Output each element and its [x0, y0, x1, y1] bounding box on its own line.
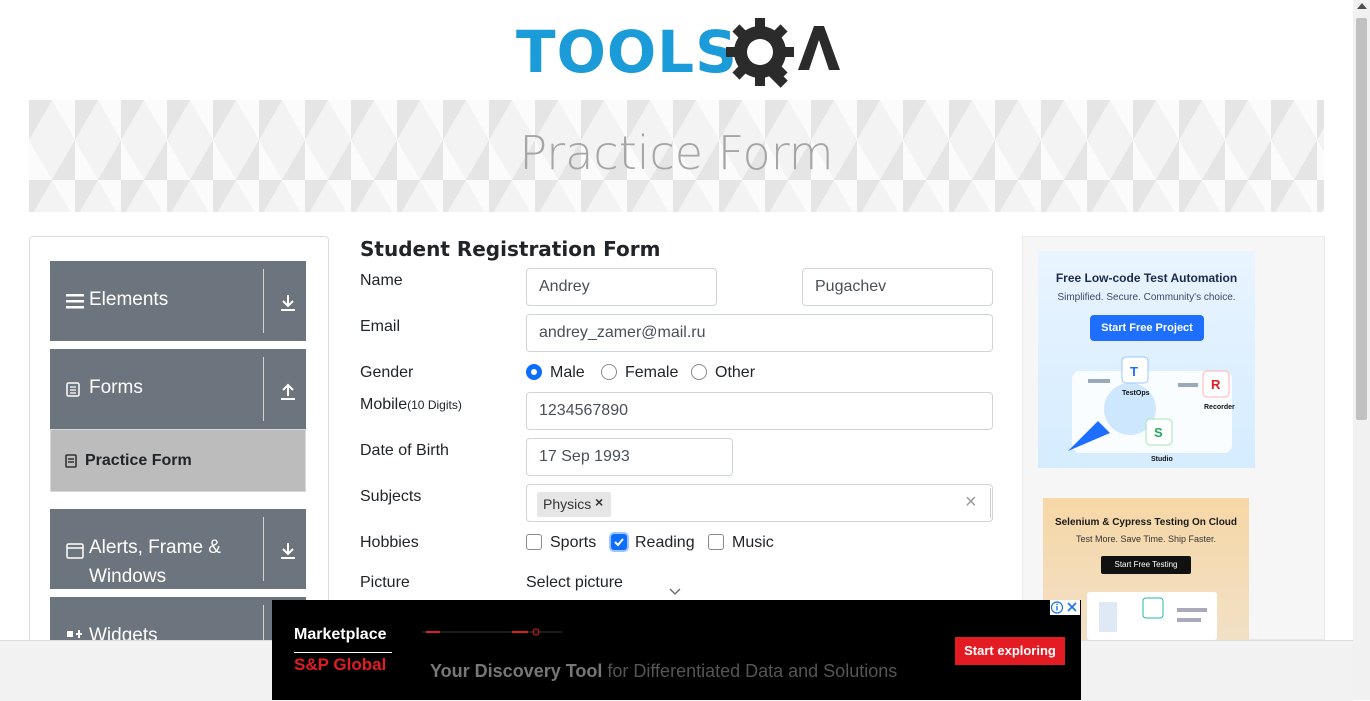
- ad-illustration: [1087, 592, 1217, 640]
- date-of-birth-input[interactable]: 17 Sep 1993: [526, 438, 733, 476]
- ad-brand-marketplace: Marketplace: [294, 626, 387, 643]
- gender-male-label[interactable]: Male: [550, 364, 585, 382]
- chevron-down-icon: [669, 588, 681, 595]
- ad-subline: Simplified. Secure. Community's choice.: [1057, 292, 1236, 303]
- ad-tagline-bold: Your Discovery Tool: [430, 661, 603, 681]
- picture-label: Picture: [360, 574, 410, 591]
- ad-brand-sp-global: S&P Global: [294, 655, 387, 674]
- sidebar-item-practice-form[interactable]: Practice Form: [50, 429, 306, 492]
- arrow-down-icon[interactable]: [278, 541, 298, 561]
- gender-other-radio[interactable]: [691, 364, 707, 380]
- widgets-icon: [67, 630, 82, 638]
- hobby-music-label[interactable]: Music: [732, 534, 774, 552]
- ad-info-close-icon[interactable]: [1050, 600, 1080, 615]
- logo-gear-icon: [726, 18, 840, 88]
- hobby-reading-checkbox[interactable]: [611, 534, 627, 550]
- subjects-label: Subjects: [360, 488, 422, 505]
- ad-bottom-banner[interactable]: Marketplace S&P Global Your Discovery To…: [272, 600, 1081, 700]
- ad-headline: Selenium & Cypress Testing On Cloud: [1054, 517, 1238, 528]
- last-name-input[interactable]: Pugachev: [802, 268, 993, 306]
- gender-male-radio[interactable]: [526, 364, 542, 380]
- sidebar-group-label: Widgets: [89, 625, 158, 640]
- scrollbar-thumb[interactable]: [1356, 18, 1367, 420]
- remove-tag-icon[interactable]: ×: [595, 494, 603, 510]
- sidebar-item-label: Practice Form: [85, 452, 192, 469]
- clear-subjects-icon[interactable]: ×: [965, 491, 977, 514]
- sidebar-group-label: Elements: [89, 289, 169, 310]
- divider: [263, 605, 264, 640]
- svg-text:R: R: [1211, 377, 1221, 392]
- subject-tag-label: Physics: [543, 496, 592, 512]
- sidebar-group-forms[interactable]: Forms: [50, 349, 306, 429]
- email-label: Email: [360, 318, 401, 335]
- gender-female-radio[interactable]: [601, 364, 617, 380]
- page-title: Practice Form: [519, 126, 834, 180]
- toolsqa-logo[interactable]: TOOLS: [516, 16, 840, 92]
- window-icon: [66, 543, 84, 559]
- mobile-hint: (10 Digits): [407, 398, 462, 412]
- sidebar-group-alerts[interactable]: Alerts, Frame & Windows: [50, 509, 306, 589]
- mobile-input[interactable]: 1234567890: [526, 392, 993, 430]
- first-name-input[interactable]: Andrey: [526, 268, 717, 306]
- sidebar-group-widgets[interactable]: Widgets: [50, 597, 306, 640]
- arrow-up-icon[interactable]: [278, 381, 298, 401]
- ad-subline: Test More. Save Time. Ship Faster.: [1075, 534, 1217, 544]
- hamburger-icon: [66, 294, 84, 309]
- email-input[interactable]: andrey_zamer@mail.ru: [526, 314, 993, 352]
- ad-katalon[interactable]: Free Low-code Test Automation Simplified…: [1038, 251, 1255, 468]
- ad-label: TestOps: [1122, 390, 1150, 397]
- divider: [263, 357, 264, 421]
- gender-label: Gender: [360, 364, 414, 381]
- svg-text:T: T: [1130, 364, 1138, 379]
- ad-choices-icon[interactable]: [1050, 600, 1080, 615]
- divider: [990, 488, 991, 518]
- subject-tag: Physics ×: [537, 492, 611, 517]
- ad-label: Recorder: [1204, 404, 1235, 411]
- sidebar-group-label: Alerts, Frame &: [89, 537, 221, 558]
- ad-cta-button[interactable]: Start Free Testing: [1101, 556, 1191, 574]
- svg-text:S: S: [1154, 425, 1163, 440]
- form-title: Student Registration Form: [360, 237, 661, 261]
- scroll-up-arrow-icon[interactable]: [1357, 3, 1367, 9]
- sidebar-group-label-line2: Windows: [89, 566, 167, 587]
- sidebar-group-elements[interactable]: Elements: [50, 261, 306, 341]
- ad-cta-button[interactable]: Start Free Project: [1090, 315, 1204, 341]
- ad-headline: Free Low-code Test Automation: [1055, 271, 1238, 285]
- page-banner: Practice Form: [29, 100, 1324, 212]
- hobby-sports-label[interactable]: Sports: [550, 534, 596, 552]
- mobile-label-text: Mobile: [360, 396, 408, 413]
- hobby-music-checkbox[interactable]: [708, 534, 724, 550]
- name-label: Name: [360, 272, 403, 289]
- gender-female-label[interactable]: Female: [625, 364, 678, 382]
- arrow-down-icon[interactable]: [278, 293, 298, 313]
- ad-tagline-rest: for Differentiated Data and Solutions: [602, 661, 898, 681]
- checkmark-icon: [614, 538, 624, 547]
- logo-text: TOOLS: [516, 18, 738, 86]
- document-icon: [66, 382, 80, 397]
- select-picture-button[interactable]: Select picture: [526, 574, 623, 592]
- hobbies-label: Hobbies: [360, 534, 419, 551]
- dob-label: Date of Birth: [360, 442, 449, 459]
- ad-decoration: [422, 628, 562, 636]
- divider: [263, 517, 264, 581]
- hobby-reading-label[interactable]: Reading: [635, 534, 695, 552]
- divider: [294, 652, 392, 653]
- mobile-label: Mobile(10 Digits): [360, 396, 462, 414]
- sidebar-group-label: Forms: [89, 377, 143, 398]
- ad-label: Studio: [1151, 456, 1173, 463]
- ad-start-exploring-button[interactable]: Start exploring: [955, 637, 1065, 665]
- divider: [263, 269, 264, 333]
- hobby-sports-checkbox[interactable]: [526, 534, 542, 550]
- gender-other-label[interactable]: Other: [715, 364, 755, 382]
- form-icon: [65, 454, 77, 468]
- ad-tagline: Your Discovery Tool for Differentiated D…: [430, 661, 897, 682]
